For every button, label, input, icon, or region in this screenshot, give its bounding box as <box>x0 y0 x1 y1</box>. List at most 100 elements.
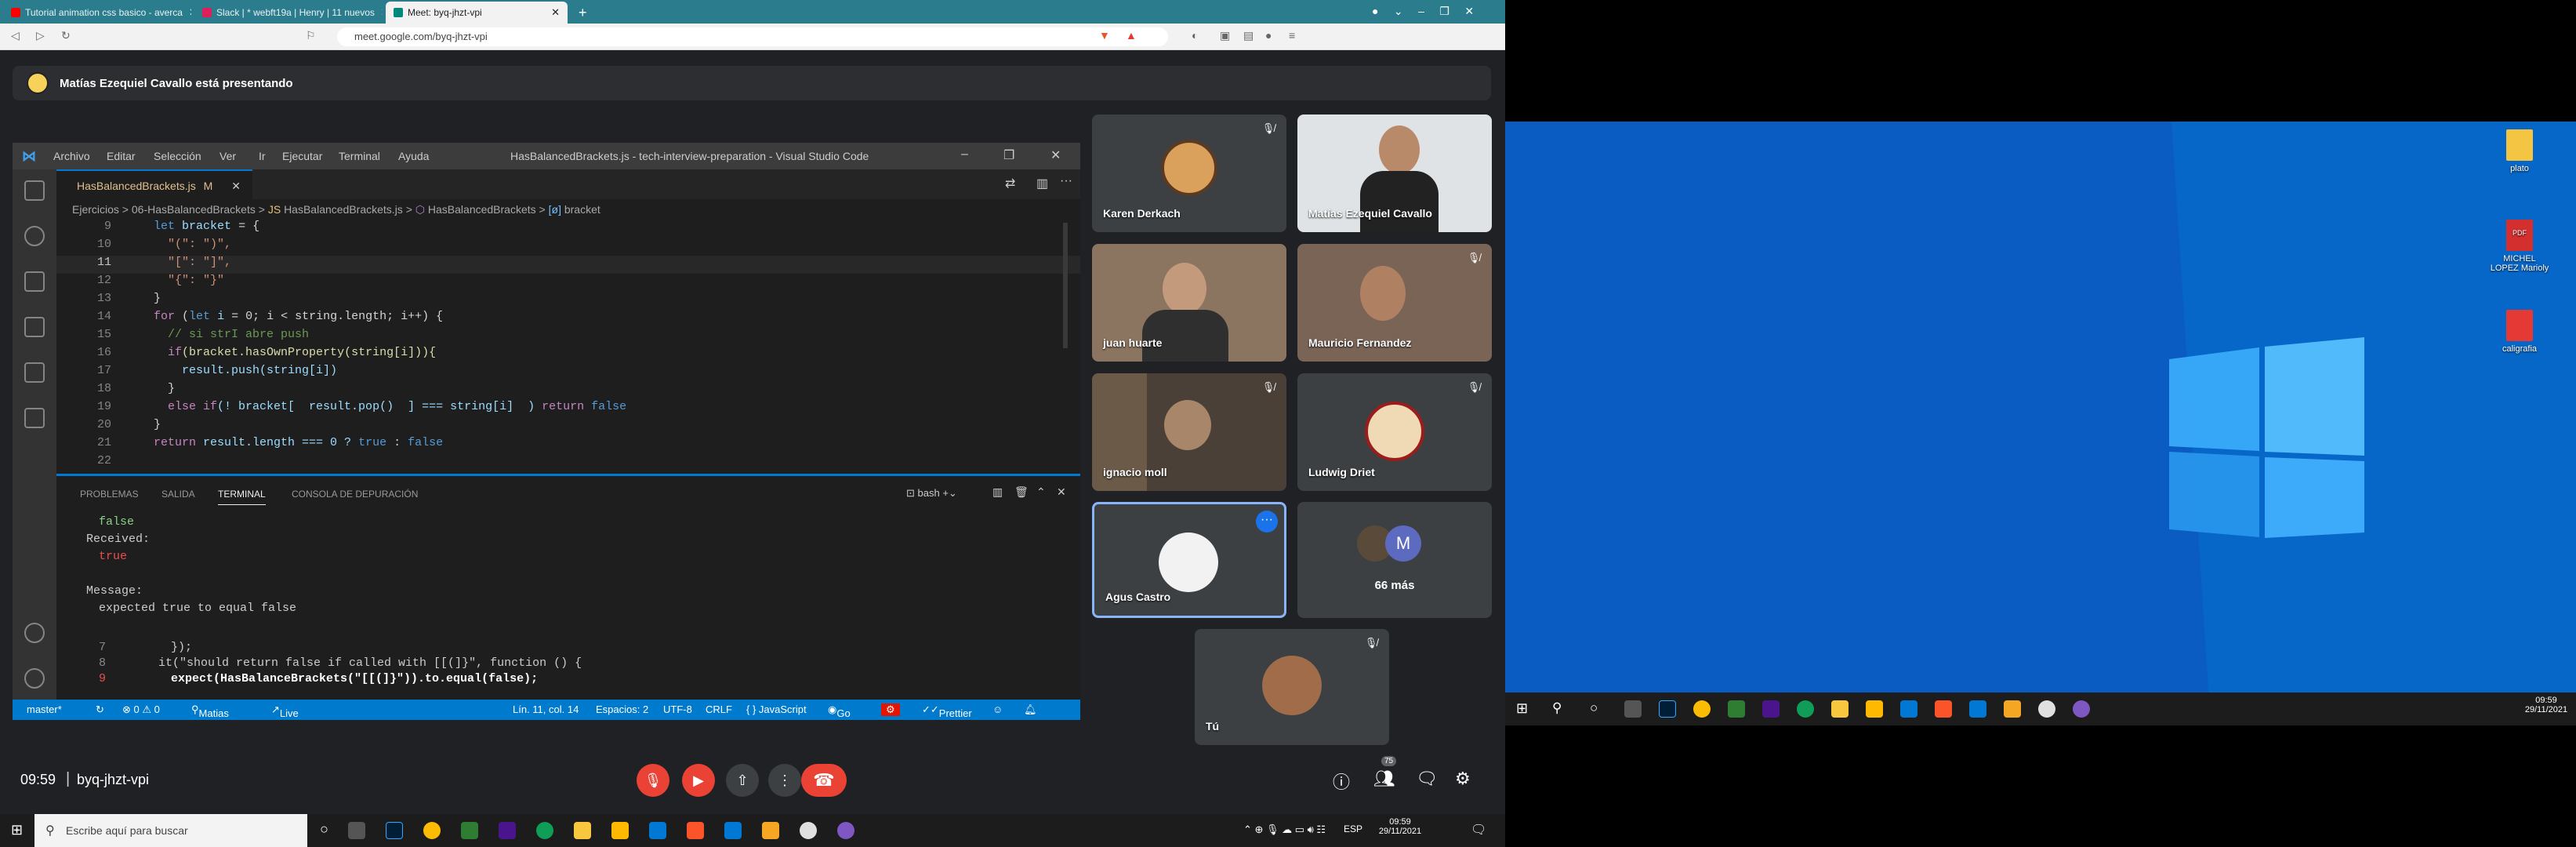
desktop-icon-caligrafia[interactable]: caligrafia <box>2488 310 2551 354</box>
chat-icon[interactable]: 🗨︎ <box>1416 769 1438 789</box>
language-indicator[interactable]: ESP <box>1344 823 1362 834</box>
task-view-icon[interactable] <box>348 822 365 839</box>
app-icon[interactable] <box>2073 700 2090 718</box>
menu-terminal[interactable]: Terminal <box>339 150 380 162</box>
explorer-icon[interactable] <box>24 180 45 201</box>
close-icon[interactable]: ✕ <box>545 6 560 19</box>
tab-salida[interactable]: SALIDA <box>161 489 195 500</box>
self-tile[interactable]: 🎙︎̸ Tú <box>1195 629 1389 745</box>
eol-status[interactable]: CRLF <box>706 703 732 715</box>
chrome-icon[interactable] <box>423 822 441 839</box>
menu-ayuda[interactable]: Ayuda <box>398 150 429 162</box>
menu-icon[interactable]: ≡ <box>1289 29 1295 42</box>
mail-icon[interactable] <box>649 822 666 839</box>
cortana-icon[interactable]: ○ <box>320 821 328 838</box>
close-panel-icon[interactable]: ✕ <box>1057 485 1066 499</box>
mail-icon[interactable] <box>1900 700 1917 718</box>
split-editor-icon[interactable]: ▥ <box>1036 176 1048 191</box>
brave-icon[interactable] <box>1935 700 1952 718</box>
vscode-icon[interactable] <box>724 822 742 839</box>
gear-icon[interactable] <box>24 668 45 689</box>
run-debug-icon[interactable] <box>24 317 45 337</box>
minimize-icon[interactable]: – <box>961 147 968 162</box>
leave-call-button[interactable]: ☎︎ <box>801 764 847 797</box>
trash-icon[interactable]: 🗑 <box>1014 485 1029 499</box>
profile-icon[interactable]: ● <box>1265 29 1272 42</box>
account-icon[interactable] <box>24 623 45 643</box>
participant-tile[interactable]: 🎙︎̸ Mauricio Fernandez <box>1297 244 1492 362</box>
more-options-icon[interactable]: ··· <box>1256 511 1278 533</box>
menu-ejecutar[interactable]: Ejecutar <box>282 150 322 162</box>
code-editor[interactable]: 9 let bracket = { 10 "(": ")", 11 "[": "… <box>56 220 1080 467</box>
forward-icon[interactable]: ▷ <box>36 29 45 42</box>
menu-seleccion[interactable]: Selección <box>154 150 201 162</box>
app-icon[interactable] <box>837 822 854 839</box>
editor-tab-active[interactable]: HasBalancedBrackets.js M ✕ <box>56 169 252 199</box>
more-actions-icon[interactable]: ··· <box>1060 174 1072 188</box>
store-icon[interactable] <box>1866 700 1883 718</box>
more-participants-tile[interactable]: M 66 más <box>1297 502 1492 618</box>
live-share-button[interactable]: ↗ Live Share <box>271 703 307 720</box>
url-input[interactable]: meet.google.com/byq-jhzt-vpi <box>337 27 1168 46</box>
split-terminal-icon[interactable]: ▥ <box>992 485 1003 499</box>
search-icon[interactable] <box>24 226 45 246</box>
edge-icon[interactable] <box>536 822 553 839</box>
tab-problemas[interactable]: PROBLEMAS <box>80 489 139 500</box>
extensions-icon[interactable]: ▤ <box>1243 29 1254 42</box>
more-options-button[interactable]: ⋮ <box>768 764 801 797</box>
windows-start-icon[interactable]: ⊞ <box>1516 700 1528 717</box>
bell-icon[interactable]: 🔔︎ <box>1024 703 1037 716</box>
go-live-button[interactable]: ◉ Go Live <box>828 703 855 720</box>
remote-status-icon[interactable]: ⚙ <box>881 703 900 716</box>
chrome-icon[interactable] <box>1693 700 1711 718</box>
participant-tile[interactable]: juan huarte <box>1092 244 1286 362</box>
app-icon[interactable] <box>1762 700 1780 718</box>
editor-scrollbar[interactable] <box>1063 223 1068 348</box>
prettier-status[interactable]: ✓✓ Prettier <box>922 703 972 719</box>
file-explorer-icon[interactable] <box>1831 700 1849 718</box>
reload-icon[interactable]: ↻ <box>61 29 71 42</box>
problems-status[interactable]: ⊗ 0 ⚠ 0 <box>122 703 160 716</box>
feedback-icon[interactable]: ☺ <box>992 703 1003 715</box>
desktop-icon-michel[interactable]: PDF MICHEL LOPEZ Marioly <box>2488 220 2551 273</box>
terminal-output[interactable]: false Received: true Message: expected t… <box>56 515 1080 688</box>
app-icon[interactable] <box>800 822 817 839</box>
new-tab-button[interactable]: + <box>571 2 594 24</box>
restore-icon[interactable]: ❐ <box>1003 147 1014 163</box>
present-button[interactable]: ⇧ <box>726 764 759 797</box>
participant-tile-active-speaker[interactable]: ··· Agus Castro <box>1092 502 1286 618</box>
tab-terminal[interactable]: TERMINAL <box>218 489 266 505</box>
camera-toggle-button[interactable]: ▶︎ <box>682 764 715 797</box>
taskbar-clock[interactable]: 09:59 29/11/2021 <box>2521 696 2571 714</box>
app-icon[interactable] <box>499 822 516 839</box>
menu-archivo[interactable]: Archivo <box>53 150 90 162</box>
browser-tab-2[interactable]: Slack | * webft19a | Henry | 11 nuevos✕ <box>194 2 383 24</box>
extensions-icon[interactable] <box>24 362 45 383</box>
file-explorer-icon[interactable] <box>574 822 591 839</box>
brave-rewards-icon[interactable]: ▲ <box>1126 29 1137 42</box>
close-icon[interactable]: ✕ <box>183 6 191 19</box>
store-icon[interactable] <box>611 822 629 839</box>
browser-tab-1[interactable]: Tutorial animation css basico - averca✕ <box>3 2 191 24</box>
photoshop-icon[interactable] <box>1659 700 1676 718</box>
info-icon[interactable]: ⓘ <box>1333 769 1350 794</box>
system-tray-icons[interactable]: ⌃ ⊕ 🎙︎ ☁ ▭ 🔊︎ ☷ <box>1243 823 1326 836</box>
menu-ver[interactable]: Ver <box>220 150 236 162</box>
taskbar-clock[interactable]: 09:59 29/11/2021 <box>1377 817 1424 836</box>
bookmark-icon[interactable]: ⚐ <box>306 29 316 42</box>
tab-consola[interactable]: CONSOLA DE DEPURACIÓN <box>292 489 418 500</box>
task-view-icon[interactable] <box>1624 700 1642 718</box>
source-control-icon[interactable] <box>24 271 45 292</box>
window-controls[interactable]: ● ⌄ – ❐ ✕ <box>1372 5 1474 18</box>
windows-start-icon[interactable]: ⊞ <box>11 822 23 838</box>
encoding-status[interactable]: UTF-8 <box>663 703 692 715</box>
shell-selector[interactable]: ⊡ bash +⌄ <box>906 487 957 500</box>
participant-tile[interactable]: 🎙︎̸ ignacio moll <box>1092 373 1286 491</box>
sync-icon[interactable]: ↻ <box>96 703 104 716</box>
brave-shield-icon[interactable]: ▼ <box>1099 29 1110 42</box>
mic-toggle-button[interactable]: 🎙︎ <box>637 764 669 797</box>
indentation-status[interactable]: Espacios: 2 <box>596 703 648 715</box>
language-status[interactable]: { } JavaScript <box>746 703 807 715</box>
open-changes-icon[interactable]: ⇄ <box>1005 176 1015 191</box>
menu-editar[interactable]: Editar <box>107 150 136 162</box>
